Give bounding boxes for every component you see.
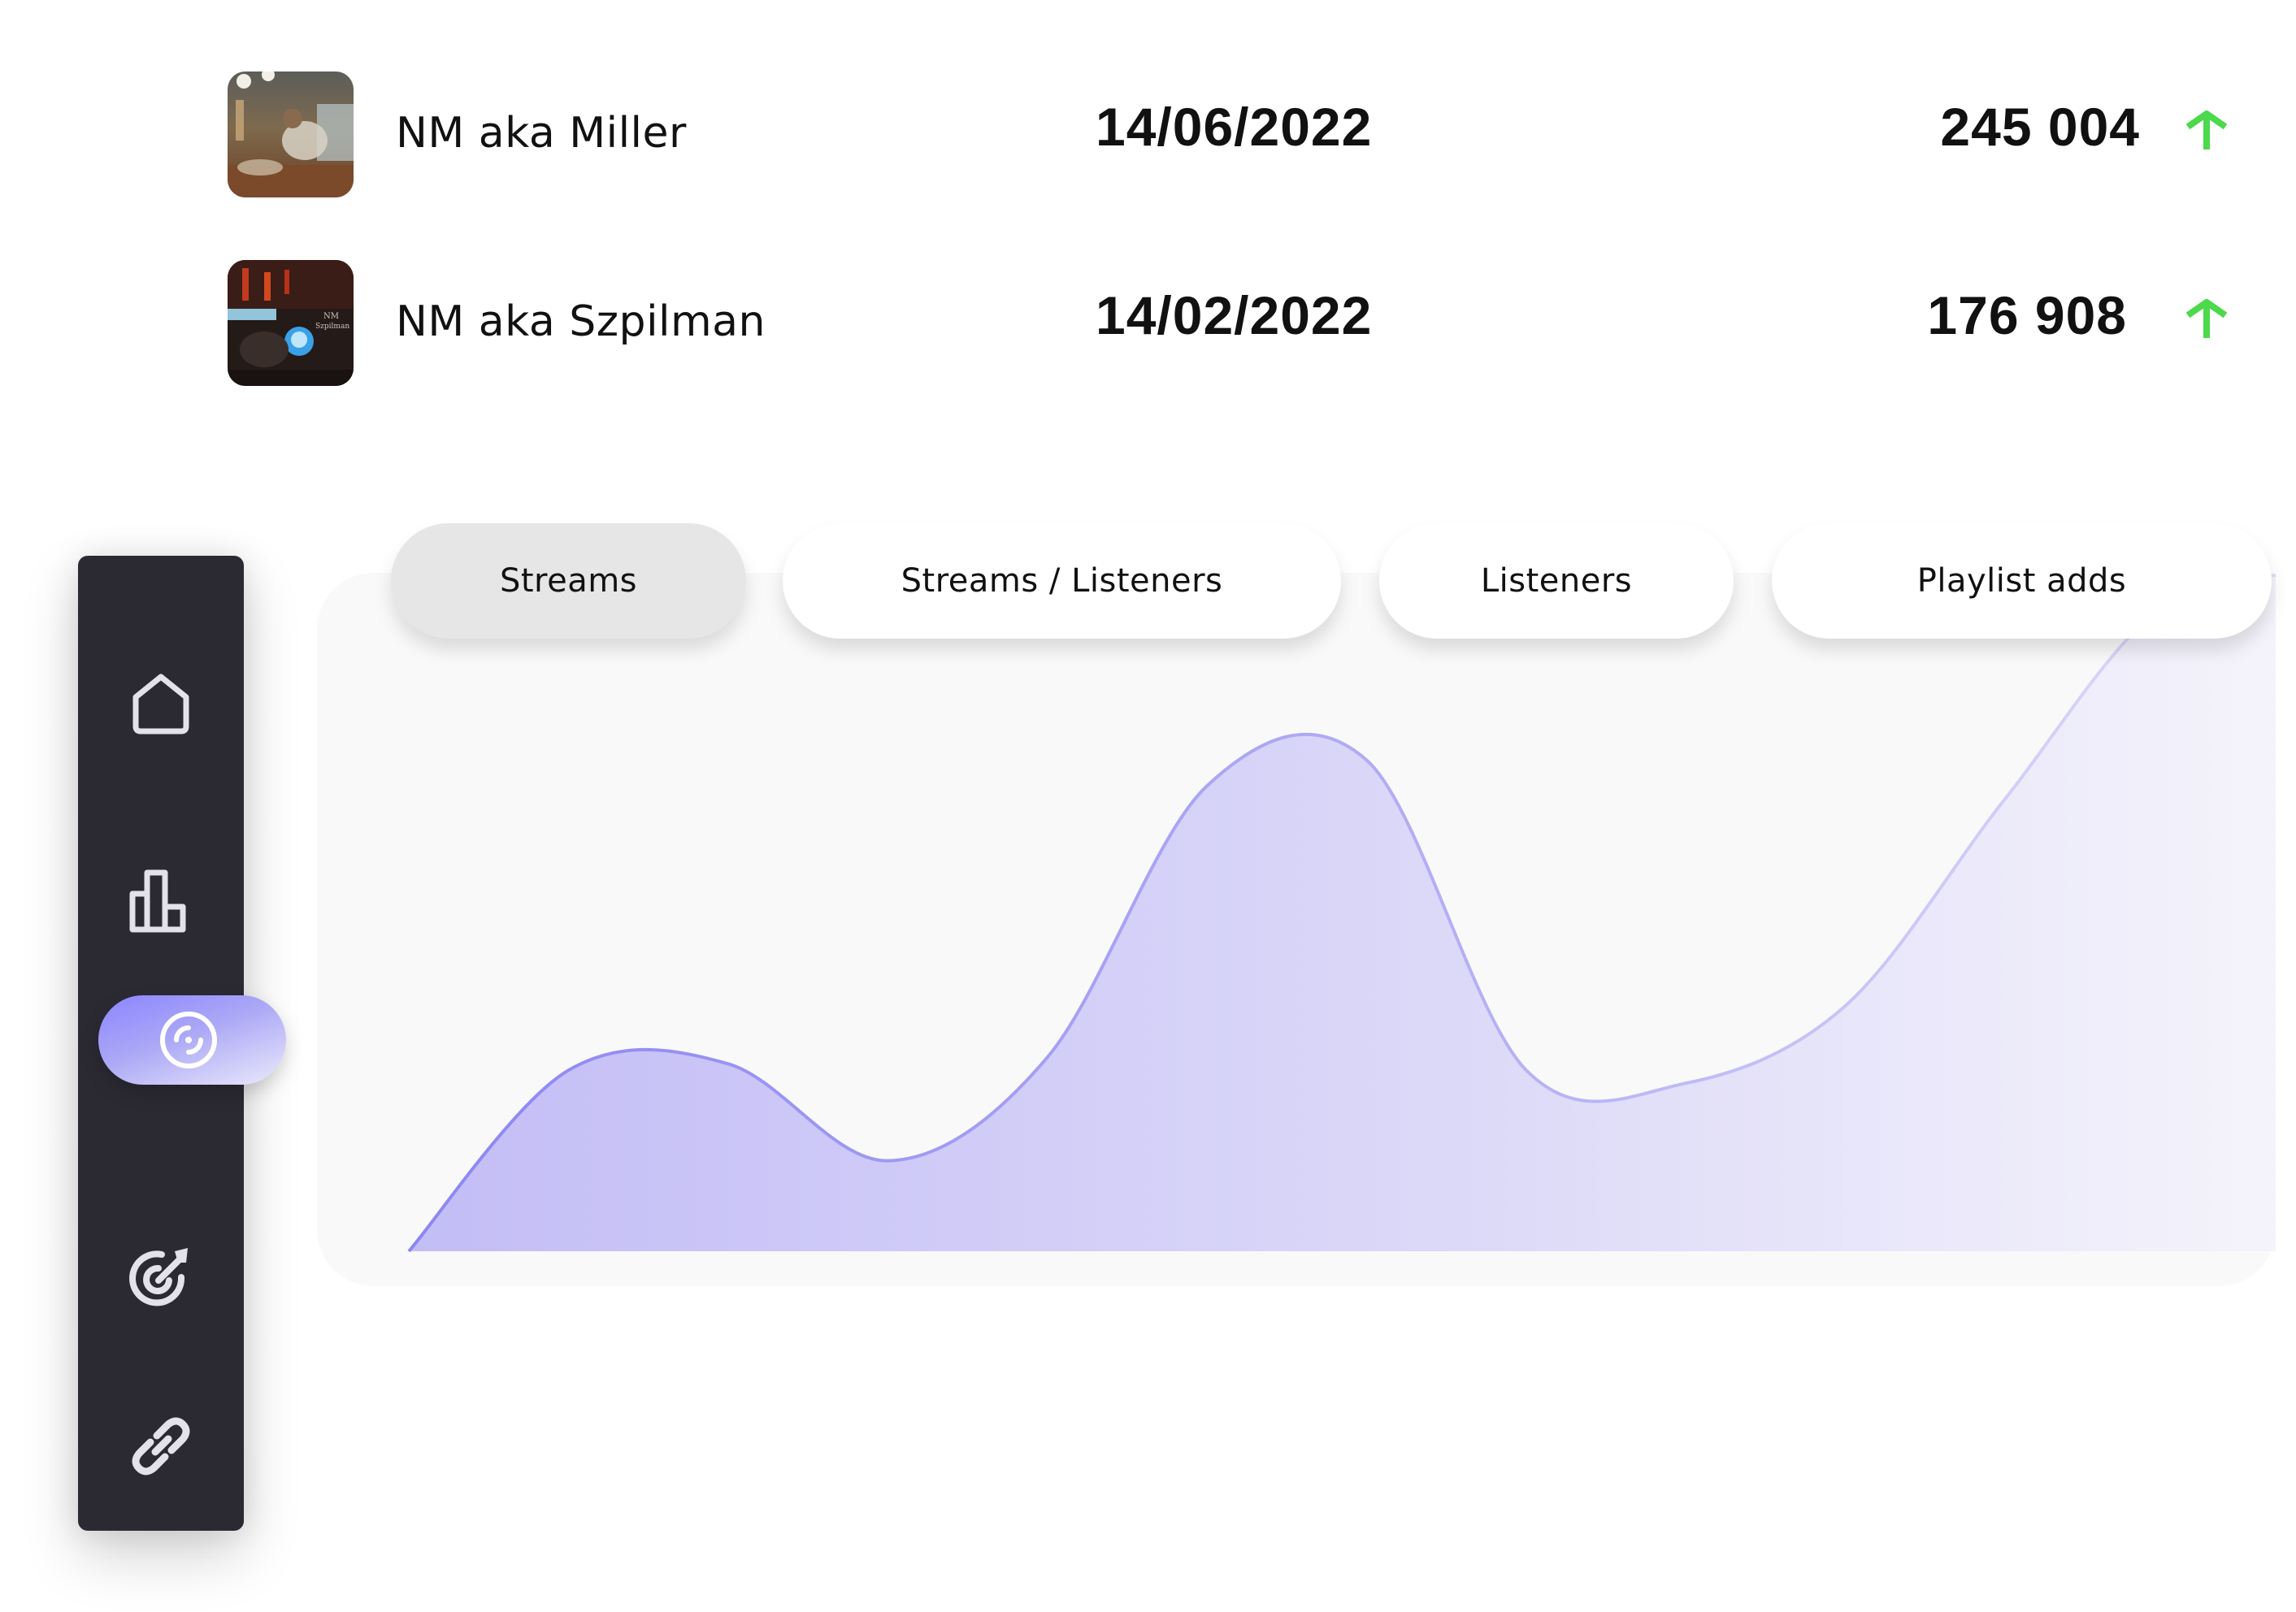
trend-up-arrow-icon — [2185, 299, 2228, 338]
tab-playlist-adds[interactable]: Playlist adds — [1772, 523, 2272, 639]
sidebar-item-analytics[interactable] — [78, 853, 244, 942]
sidebar-item-releases-active[interactable] — [98, 995, 286, 1085]
disc-icon — [159, 1012, 217, 1068]
home-icon — [132, 674, 189, 734]
track-row[interactable]: NM aka Miller 14/06/2022 245 004 — [0, 72, 2296, 202]
bar-chart-icon — [129, 869, 186, 933]
trend-up-arrow-icon — [2185, 110, 2228, 150]
sidebar-item-goals[interactable] — [78, 1233, 244, 1323]
track-row[interactable]: NM Szpilman NM aka Szpilman 14/02/2022 1… — [0, 260, 2296, 390]
stream-count: 245 004 — [1940, 97, 2140, 157]
target-icon — [129, 1248, 188, 1306]
track-date: 14/02/2022 — [1096, 285, 1373, 345]
link-icon — [132, 1417, 190, 1476]
track-name: NM aka Szpilman — [396, 297, 766, 346]
sidebar-item-links[interactable] — [78, 1402, 244, 1491]
tab-listeners[interactable]: Listeners — [1379, 523, 1734, 639]
sidebar-item-home[interactable] — [78, 658, 244, 748]
chart-area-fill — [409, 575, 2276, 1251]
track-name: NM aka Miller — [396, 109, 687, 158]
track-date: 14/06/2022 — [1096, 97, 1373, 157]
tab-streams[interactable]: Streams — [391, 523, 746, 639]
svg-text:Szpilman: Szpilman — [315, 323, 349, 331]
album-cover-szpilman: NM Szpilman — [228, 260, 354, 386]
streams-area-chart — [407, 574, 2276, 1253]
stream-count: 176 908 — [1927, 285, 2127, 345]
album-cover-miller — [228, 72, 354, 197]
svg-text:NM: NM — [323, 312, 339, 321]
tab-streams-listeners[interactable]: Streams / Listeners — [783, 523, 1341, 639]
